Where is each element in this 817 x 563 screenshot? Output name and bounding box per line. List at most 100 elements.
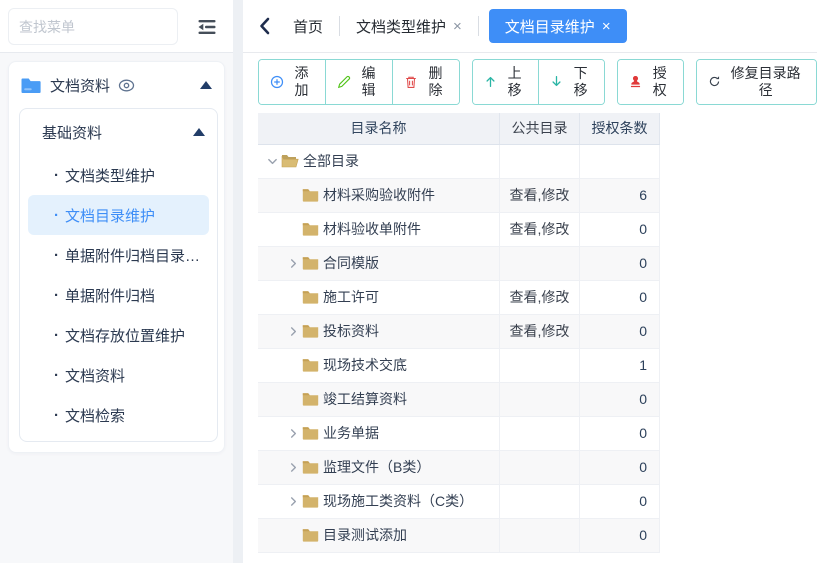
button-label: 上移: [502, 65, 527, 99]
directory-name: 目录测试添加: [323, 525, 407, 545]
chevron-right-icon[interactable]: [285, 326, 302, 337]
sidebar-item-2[interactable]: 单据附件归档目录…: [20, 235, 217, 275]
eye-icon[interactable]: [118, 79, 135, 92]
plus-circle-icon: [270, 75, 284, 89]
collapse-triangle-icon[interactable]: [200, 81, 212, 89]
table-row[interactable]: 监理文件（B类）0: [258, 451, 660, 485]
sidebar-item-label: 文档检索: [65, 405, 125, 426]
stamp-button[interactable]: 授权: [618, 60, 683, 104]
button-label: 下移: [568, 65, 593, 99]
close-icon[interactable]: [602, 19, 611, 34]
cell-public: [500, 145, 580, 178]
cell-name: 业务单据: [258, 417, 500, 450]
button-label: 编辑: [356, 65, 381, 99]
table-row[interactable]: 施工许可查看,修改0: [258, 281, 660, 315]
directory-name: 业务单据: [323, 423, 379, 443]
table-row[interactable]: 目录测试添加0: [258, 519, 660, 553]
table-row[interactable]: 投标资料查看,修改0: [258, 315, 660, 349]
chevron-right-icon[interactable]: [285, 462, 302, 473]
cell-public: [500, 519, 580, 552]
folder-closed-icon: [302, 188, 319, 202]
toolbar: 添加编辑 删除 上移 下移 授权 修复目录路径: [243, 53, 817, 113]
trash-button[interactable]: 删除: [392, 60, 459, 104]
sidebar-item-5[interactable]: 文档资料: [20, 355, 217, 395]
column-header-public[interactable]: 公共目录: [500, 113, 580, 144]
sidebar-root-node[interactable]: 文档资料: [9, 62, 224, 108]
button-label: 授权: [647, 65, 672, 99]
cell-public: [500, 451, 580, 484]
button-label: 删除: [423, 65, 448, 99]
table-row[interactable]: 材料采购验收附件查看,修改6: [258, 179, 660, 213]
table-row[interactable]: 现场施工类资料（C类）0: [258, 485, 660, 519]
column-header-count[interactable]: 授权条数: [580, 113, 660, 144]
sidebar-root-label: 文档资料: [50, 75, 110, 96]
sidebar-item-3[interactable]: 单据附件归档: [20, 275, 217, 315]
cell-count: 0: [580, 315, 660, 348]
table-row[interactable]: 全部目录: [258, 145, 660, 179]
chevron-right-icon[interactable]: [285, 496, 302, 507]
sidebar-item-4[interactable]: 文档存放位置维护: [20, 315, 217, 355]
cell-name: 材料验收单附件: [258, 213, 500, 246]
sidebar-item-6[interactable]: 文档检索: [20, 395, 217, 435]
pencil-button[interactable]: 编辑: [325, 60, 392, 104]
plus-circle-button[interactable]: 添加: [259, 60, 325, 104]
directory-name: 材料验收单附件: [323, 219, 421, 239]
arrow-down-icon: [550, 75, 563, 88]
directory-table: 目录名称 公共目录 授权条数 全部目录材料采购验收附件查看,修改6材料验收单附件…: [258, 113, 660, 553]
table-row[interactable]: 竣工结算资料0: [258, 383, 660, 417]
cell-name: 全部目录: [258, 145, 500, 178]
refresh-button[interactable]: 修复目录路径: [697, 60, 816, 104]
collapse-triangle-icon[interactable]: [193, 128, 205, 136]
main-panel: 首页 文档类型维护 文档目录维护 添加编辑 删除 上移 下移 授权 修复目录路径 目录名称 公…: [243, 0, 817, 563]
cell-public: [500, 485, 580, 518]
folder-closed-icon: [302, 426, 319, 440]
chevron-down-icon[interactable]: [264, 156, 281, 167]
cell-name: 投标资料: [258, 315, 500, 348]
cell-name: 施工许可: [258, 281, 500, 314]
folder-closed-icon: [302, 324, 319, 338]
chevron-left-icon[interactable]: [251, 13, 277, 39]
cell-name: 合同模版: [258, 247, 500, 280]
folder-closed-icon: [302, 290, 319, 304]
folder-open-icon: [281, 154, 299, 168]
table-row[interactable]: 业务单据 0: [258, 417, 660, 451]
tab-1[interactable]: 文档类型维护: [340, 9, 478, 43]
chevron-right-icon[interactable]: [285, 428, 302, 439]
sidebar-group-card: 基础资料 文档类型维护文档目录维护单据附件归档目录… 单据附件归档文档存放位置维护…: [19, 108, 218, 442]
panel-divider[interactable]: [233, 0, 243, 563]
tab-bar: 首页 文档类型维护 文档目录维护: [243, 0, 817, 53]
arrow-down-button[interactable]: 下移: [538, 60, 604, 104]
directory-name: 施工许可: [323, 287, 379, 307]
chevron-right-icon[interactable]: [285, 258, 302, 269]
table-row[interactable]: 材料验收单附件查看,修改0: [258, 213, 660, 247]
sidebar-item-label: 单据附件归档: [65, 285, 155, 306]
cell-name: 监理文件（B类）: [258, 451, 500, 484]
folder-closed-icon: [302, 358, 319, 372]
cell-name: 材料采购验收附件: [258, 179, 500, 212]
column-header-name[interactable]: 目录名称: [258, 113, 500, 144]
cell-public: 查看,修改: [500, 179, 580, 212]
button-label: 修复目录路径: [726, 65, 805, 99]
table-row[interactable]: 现场技术交底1: [258, 349, 660, 383]
sidebar-item-1[interactable]: 文档目录维护: [28, 195, 209, 235]
search-input[interactable]: [8, 8, 178, 45]
toolbar-group-0: 添加编辑 删除: [258, 59, 460, 105]
sidebar-item-0[interactable]: 文档类型维护: [20, 155, 217, 195]
table-row[interactable]: 合同模版0: [258, 247, 660, 281]
tab-label: 文档类型维护: [356, 16, 446, 37]
cell-count: 0: [580, 417, 660, 450]
arrow-up-button[interactable]: 上移: [473, 60, 538, 104]
tab-label: 首页: [293, 16, 323, 37]
menu-fold-icon[interactable]: [193, 13, 221, 41]
cell-public: 查看,修改: [500, 315, 580, 348]
folder-closed-icon: [302, 392, 319, 406]
close-icon[interactable]: [453, 19, 462, 34]
sidebar-group-header[interactable]: 基础资料: [20, 109, 217, 155]
cell-name: 目录测试添加: [258, 519, 500, 552]
sidebar-group-label: 基础资料: [42, 122, 102, 143]
sidebar-menu: 文档类型维护文档目录维护单据附件归档目录… 单据附件归档文档存放位置维护文档资料文…: [20, 155, 217, 435]
folder-icon: [21, 77, 41, 94]
tab-2[interactable]: 文档目录维护: [489, 9, 627, 43]
tab-0[interactable]: 首页: [277, 9, 339, 43]
sidebar-item-label: 文档类型维护: [65, 165, 155, 186]
